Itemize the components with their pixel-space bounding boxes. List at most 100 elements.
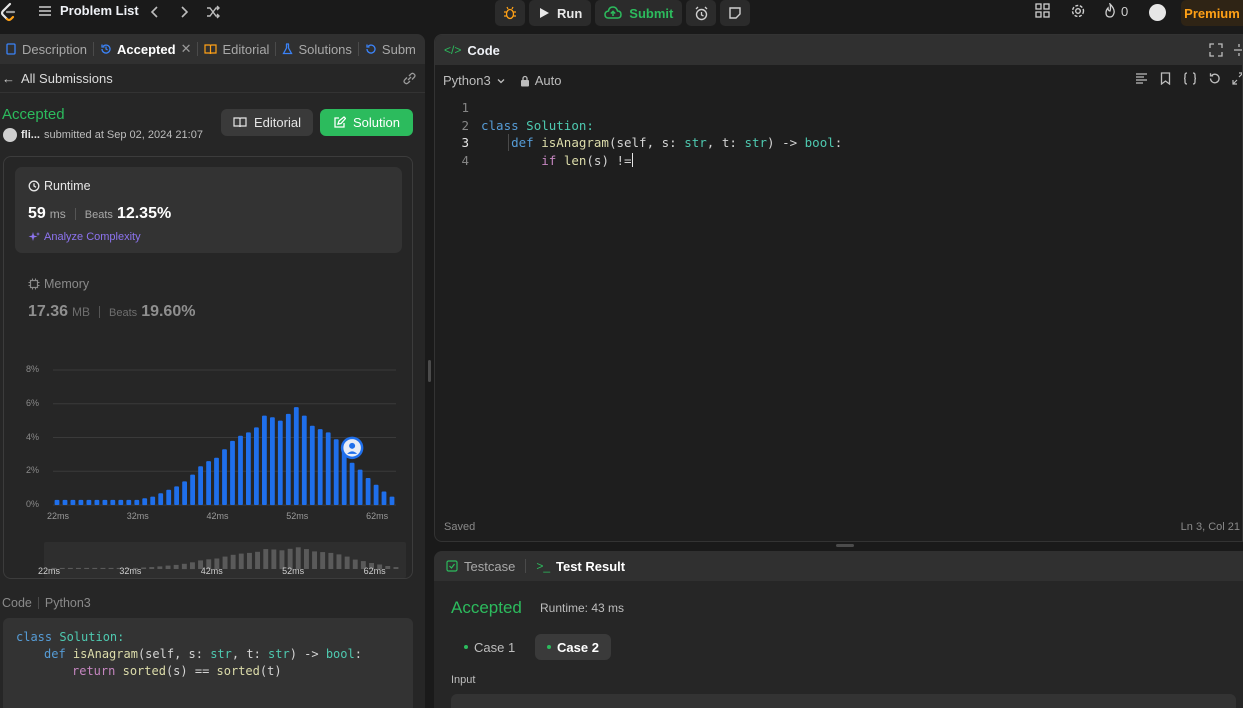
x-tick-label: 62ms	[366, 511, 389, 521]
case-2-tab[interactable]: Case 2	[535, 634, 611, 660]
distribution-bar[interactable]	[309, 425, 315, 505]
distribution-bar[interactable]	[357, 469, 363, 505]
preview-bar	[76, 567, 81, 569]
distribution-bar[interactable]	[118, 499, 124, 505]
shuffle-icon[interactable]	[205, 4, 221, 20]
distribution-bar[interactable]	[110, 499, 116, 505]
distribution-bar[interactable]	[254, 427, 259, 505]
distribution-bar[interactable]	[62, 499, 68, 505]
case-1-tab[interactable]: Case 1	[452, 634, 527, 660]
distribution-bar[interactable]	[158, 493, 164, 505]
code-editor[interactable]: 1 2 3 4 class Solution: def isAnagram(se…	[435, 99, 1242, 519]
chart-range-slider[interactable]: 22ms 32ms 42ms 52ms 62ms	[38, 542, 406, 578]
cursor-position: Ln 3, Col 21	[1180, 521, 1240, 533]
analyze-complexity-label: Analyze Complexity	[44, 231, 141, 243]
distribution-bar[interactable]	[86, 499, 92, 505]
all-submissions-link[interactable]: ← All Submissions	[0, 64, 425, 93]
distribution-bar[interactable]	[102, 499, 108, 505]
memory-card[interactable]: Memory 17.36 MB Beats 19.60%	[15, 265, 402, 335]
fullscreen-icon[interactable]	[1209, 43, 1223, 57]
lock-icon	[520, 75, 529, 86]
language-select[interactable]: Python3	[443, 73, 506, 88]
tab-test-result[interactable]: >_ Test Result	[536, 559, 625, 574]
problem-list-button[interactable]: Problem List	[38, 3, 139, 18]
tab-description[interactable]: Description	[0, 42, 93, 57]
user-avatar[interactable]	[1149, 4, 1166, 21]
distribution-bar[interactable]	[78, 499, 84, 505]
panel-resize-handle[interactable]	[428, 360, 431, 382]
expand-icon[interactable]	[1233, 43, 1243, 57]
distribution-bar[interactable]	[381, 491, 387, 506]
distribution-bar[interactable]	[134, 499, 140, 505]
timer-button[interactable]	[686, 0, 717, 26]
debug-button[interactable]	[495, 0, 525, 26]
runtime-beats-value: 12.35%	[116, 205, 172, 222]
auto-mode[interactable]: Auto	[520, 73, 561, 88]
distribution-bar[interactable]	[214, 457, 219, 506]
submitter-avatar[interactable]	[3, 128, 17, 142]
settings-button[interactable]	[1070, 3, 1086, 19]
distribution-bar[interactable]	[182, 481, 187, 505]
distribution-bar[interactable]	[222, 449, 227, 505]
tab-editorial[interactable]: Editorial	[198, 42, 275, 57]
distribution-bar[interactable]	[238, 435, 243, 505]
distribution-bar[interactable]	[373, 484, 379, 506]
solution-button[interactable]: Solution	[320, 109, 413, 136]
prev-problem-icon[interactable]	[147, 4, 163, 20]
distribution-bar[interactable]	[142, 498, 148, 506]
distribution-bar[interactable]	[301, 415, 307, 505]
editorial-button[interactable]: Editorial	[221, 109, 313, 136]
distribution-bar[interactable]	[70, 499, 76, 505]
distribution-bar[interactable]	[150, 496, 156, 505]
distribution-bar[interactable]	[341, 449, 347, 505]
layout-button[interactable]	[1035, 3, 1050, 18]
leetcode-logo-icon[interactable]	[0, 2, 16, 22]
next-problem-icon[interactable]	[176, 4, 192, 20]
pass-dot-icon	[464, 645, 468, 649]
distribution-bar[interactable]	[206, 461, 211, 505]
close-tab-icon[interactable]: ✕	[181, 41, 192, 57]
distribution-bar[interactable]	[293, 407, 299, 505]
analyze-complexity-link[interactable]: Analyze Complexity	[28, 231, 141, 243]
distribution-bar[interactable]	[317, 429, 323, 505]
distribution-bar[interactable]	[349, 462, 355, 505]
distribution-bar[interactable]	[230, 440, 235, 505]
distribution-bar[interactable]	[365, 478, 371, 505]
tab-testcase[interactable]: Testcase	[446, 559, 515, 574]
submitted-code[interactable]: class Solution: def isAnagram(self, s: s…	[3, 618, 413, 708]
tab-submissions[interactable]: Subm	[359, 42, 422, 57]
distribution-bar[interactable]	[166, 489, 172, 505]
distribution-bar[interactable]	[190, 474, 195, 505]
distribution-bar[interactable]	[262, 415, 267, 505]
distribution-bar[interactable]	[270, 417, 275, 506]
reset-icon[interactable]	[1208, 72, 1221, 85]
runtime-card[interactable]: Runtime 59 ms Beats 12.35% Analyze Compl…	[15, 167, 402, 253]
submitter-name[interactable]: fli...	[21, 129, 40, 141]
distribution-bar[interactable]	[126, 499, 132, 505]
braces-icon[interactable]	[1183, 72, 1197, 85]
distribution-bar[interactable]	[389, 496, 395, 505]
format-icon[interactable]	[1135, 72, 1148, 85]
distribution-bar[interactable]	[198, 466, 203, 505]
bookmark-icon[interactable]	[1160, 72, 1171, 85]
run-button[interactable]: Run	[529, 0, 592, 26]
distribution-bar[interactable]	[333, 439, 339, 505]
panel-split-handle[interactable]	[836, 544, 854, 547]
link-icon[interactable]	[402, 72, 417, 85]
tab-solutions[interactable]: Solutions	[276, 42, 357, 57]
notes-button[interactable]	[720, 0, 751, 26]
maximize-icon[interactable]	[1232, 72, 1243, 85]
distribution-bar[interactable]	[325, 432, 331, 505]
distribution-bar[interactable]	[54, 499, 60, 505]
distribution-bar[interactable]	[246, 432, 251, 505]
runtime-distribution-chart[interactable]: 0% 2% 4% 6% 8% 22ms 32ms 42ms 52ms 62ms	[16, 362, 401, 537]
distribution-bar[interactable]	[285, 413, 291, 505]
preview-bar	[84, 567, 90, 569]
premium-button[interactable]: Premium	[1181, 0, 1243, 26]
tab-accepted[interactable]: Accepted ✕	[94, 41, 197, 57]
distribution-bar[interactable]	[174, 486, 179, 505]
distribution-bar[interactable]	[277, 420, 283, 505]
streak-counter[interactable]: 0	[1103, 3, 1128, 19]
distribution-bar[interactable]	[94, 499, 100, 505]
submit-button[interactable]: Submit	[595, 0, 683, 26]
